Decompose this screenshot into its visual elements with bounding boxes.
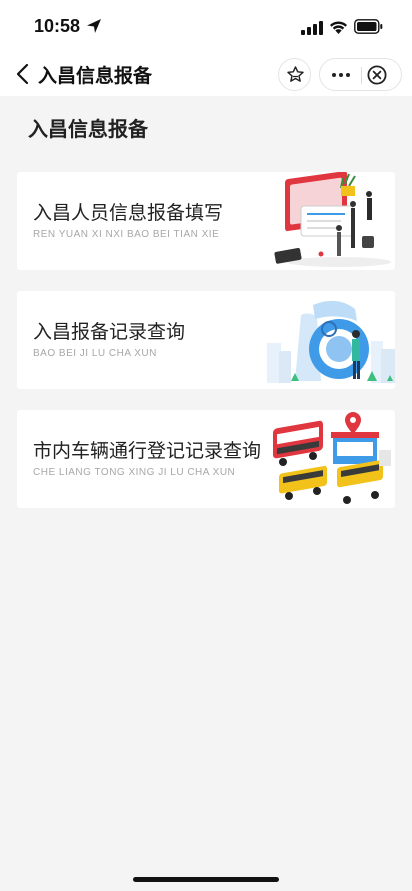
more-button[interactable] [322, 59, 360, 90]
card-vehicle-record-query[interactable]: 市内车辆通行登记记录查询 CHE LIANG TONG XING JI LU C… [17, 410, 395, 508]
signal-icon [301, 21, 323, 35]
more-icon [346, 73, 350, 77]
wifi-icon [330, 21, 347, 34]
card-subtitle: REN YUAN XI NXI BAO BEI TIAN XIE [33, 229, 220, 240]
more-icon [332, 73, 336, 77]
capsule-divider [361, 67, 362, 84]
card-subtitle: BAO BEI JI LU CHA XUN [33, 348, 157, 359]
status-time: 10:58 [34, 16, 81, 36]
card-registration-record-query[interactable]: 入昌报备记录查询 BAO BEI JI LU CHA XUN [17, 291, 395, 389]
home-indicator[interactable] [133, 877, 279, 882]
close-icon[interactable] [366, 64, 388, 86]
card-title: 入昌人员信息报备填写 [33, 202, 224, 224]
nav-title: 入昌信息报备 [38, 65, 153, 87]
card-title: 市内车辆通行登记记录查询 [33, 440, 262, 462]
nav-bar: 入昌信息报备 [0, 52, 412, 96]
more-icon [339, 73, 343, 77]
favorite-button[interactable] [278, 58, 311, 91]
star-icon [287, 66, 304, 82]
card-title: 入昌报备记录查询 [33, 321, 186, 343]
page-title: 入昌信息报备 [28, 117, 148, 141]
status-bar: 10:58 [0, 0, 412, 52]
mini-program-capsule [319, 58, 402, 91]
back-icon[interactable] [14, 62, 32, 86]
location-arrow-icon [87, 19, 101, 33]
card-personnel-registration[interactable]: 入昌人员信息报备填写 REN YUAN XI NXI BAO BEI TIAN … [17, 172, 395, 270]
vehicle-illustration-icon [273, 412, 391, 504]
card-subtitle: CHE LIANG TONG XING JI LU CHA XUN [33, 467, 236, 478]
record-query-illustration-icon [267, 300, 395, 383]
battery-icon [354, 19, 383, 34]
registration-illustration-icon [274, 172, 391, 267]
